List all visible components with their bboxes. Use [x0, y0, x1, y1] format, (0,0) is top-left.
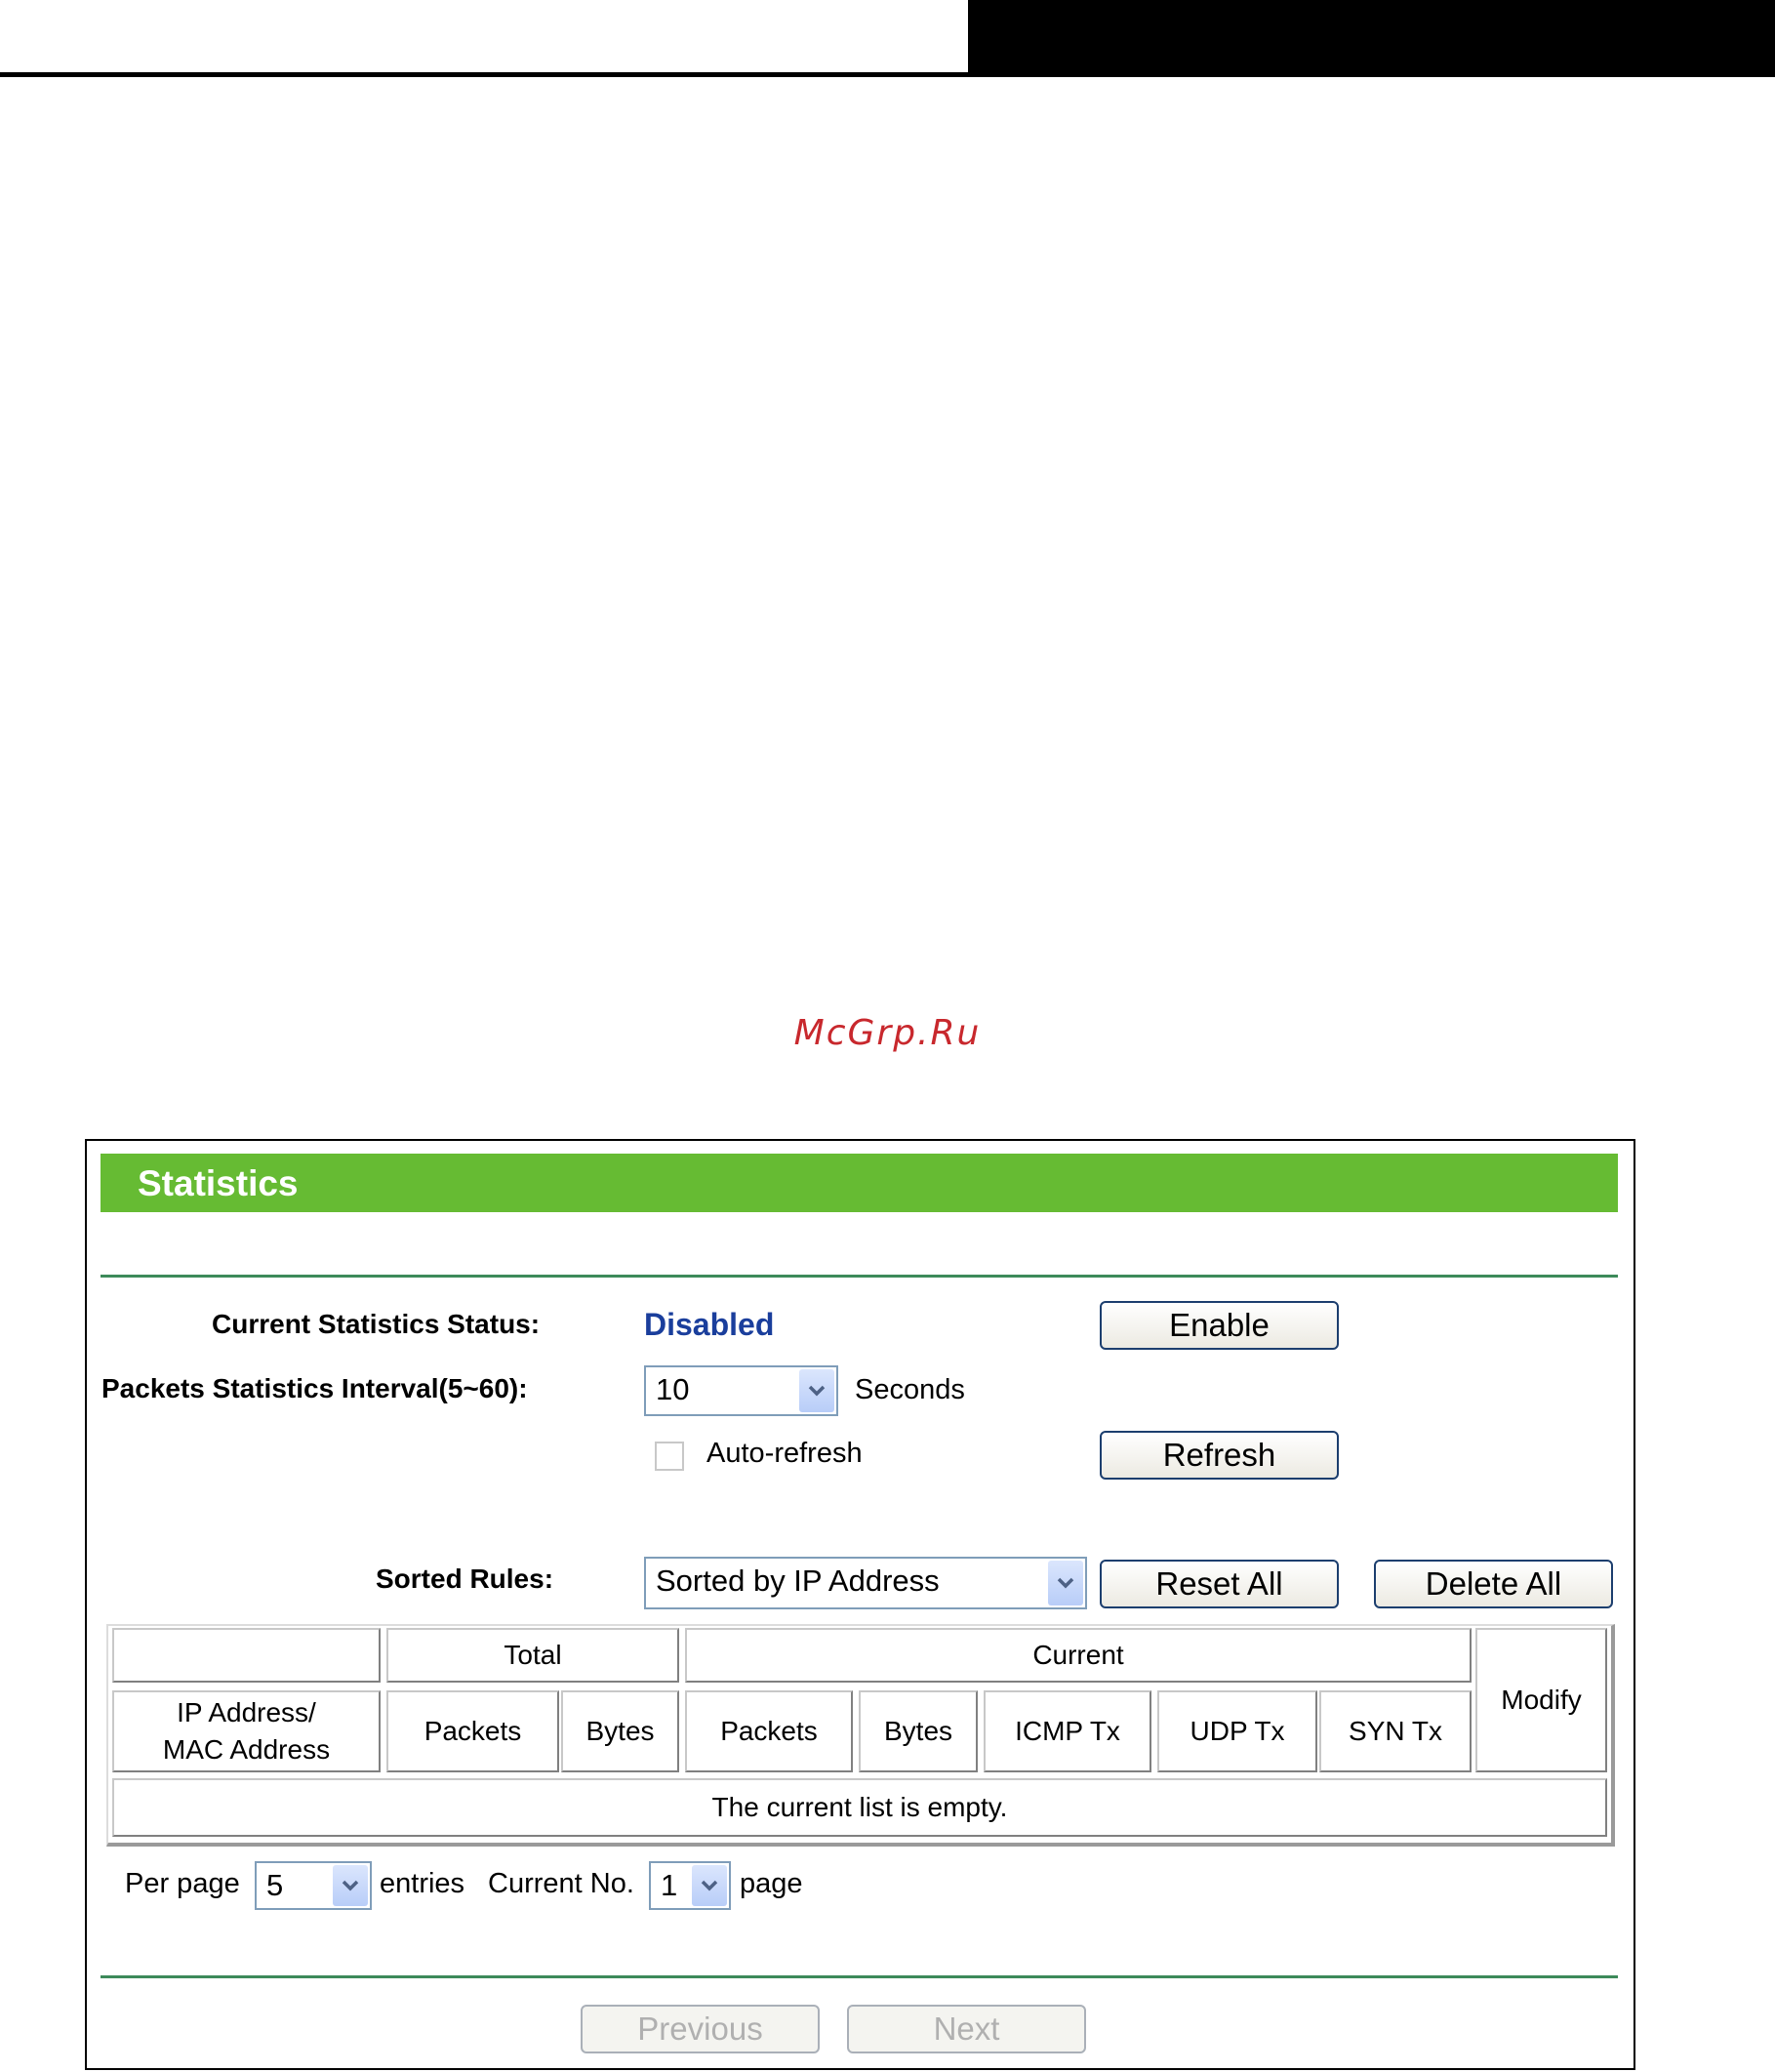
- status-label: Current Statistics Status:: [212, 1309, 541, 1339]
- sorted-rules-label: Sorted Rules:: [376, 1564, 554, 1594]
- table-header-blank: [112, 1628, 381, 1683]
- page-title: Statistics: [138, 1163, 299, 1203]
- table-header-udp-tx: UDP Tx: [1157, 1690, 1317, 1772]
- bottom-divider: [101, 1975, 1618, 1978]
- chevron-down-icon[interactable]: [692, 1865, 727, 1906]
- refresh-button[interactable]: Refresh: [1100, 1431, 1339, 1480]
- current-page-select-value: 1: [661, 1868, 678, 1902]
- table-header-current-bytes: Bytes: [859, 1690, 978, 1772]
- ip-address-header: IP Address/: [177, 1697, 316, 1727]
- table-header-total-packets: Packets: [386, 1690, 559, 1772]
- status-value: Disabled: [644, 1307, 775, 1342]
- page-label: page: [740, 1868, 803, 1899]
- table-header-current: Current: [685, 1628, 1472, 1683]
- chevron-down-icon[interactable]: [799, 1369, 834, 1412]
- table-header-total-bytes: Bytes: [561, 1690, 679, 1772]
- per-page-select-value: 5: [266, 1868, 284, 1902]
- current-page-select[interactable]: 1: [649, 1861, 731, 1910]
- title-bar: Statistics: [101, 1154, 1618, 1212]
- entries-label: entries: [380, 1868, 465, 1899]
- interval-select-value: 10: [656, 1372, 690, 1406]
- delete-all-button[interactable]: Delete All: [1374, 1560, 1613, 1608]
- sorted-rules-select[interactable]: Sorted by IP Address: [644, 1557, 1087, 1609]
- per-page-select[interactable]: 5: [255, 1861, 372, 1910]
- mac-address-header: MAC Address: [162, 1734, 331, 1765]
- table-empty-row: The current list is empty.: [112, 1778, 1607, 1837]
- header-black-block: [968, 0, 1775, 77]
- interval-select[interactable]: 10: [644, 1365, 838, 1416]
- enable-button[interactable]: Enable: [1100, 1301, 1339, 1350]
- previous-button[interactable]: Previous: [581, 2005, 820, 2053]
- sorted-rules-select-value: Sorted by IP Address: [656, 1564, 940, 1598]
- next-button[interactable]: Next: [847, 2005, 1086, 2053]
- table-header-ip-mac: IP Address/ MAC Address: [112, 1690, 381, 1772]
- auto-refresh-checkbox[interactable]: [655, 1442, 684, 1471]
- table-header-modify: Modify: [1475, 1628, 1607, 1772]
- top-divider: [101, 1275, 1618, 1278]
- interval-unit: Seconds: [855, 1374, 965, 1405]
- table-header-total: Total: [386, 1628, 679, 1683]
- table-header-syn-tx: SYN Tx: [1319, 1690, 1472, 1772]
- chevron-down-icon[interactable]: [1048, 1561, 1083, 1605]
- per-page-label: Per page: [125, 1868, 240, 1899]
- watermark-text: McGrp.Ru: [793, 1013, 982, 1053]
- auto-refresh-label: Auto-refresh: [706, 1438, 863, 1469]
- table-header-current-packets: Packets: [685, 1690, 853, 1772]
- chevron-down-icon[interactable]: [333, 1865, 368, 1906]
- table-header-icmp-tx: ICMP Tx: [984, 1690, 1151, 1772]
- interval-label: Packets Statistics Interval(5~60):: [101, 1373, 528, 1403]
- reset-all-button[interactable]: Reset All: [1100, 1560, 1339, 1608]
- current-no-label: Current No.: [488, 1868, 634, 1899]
